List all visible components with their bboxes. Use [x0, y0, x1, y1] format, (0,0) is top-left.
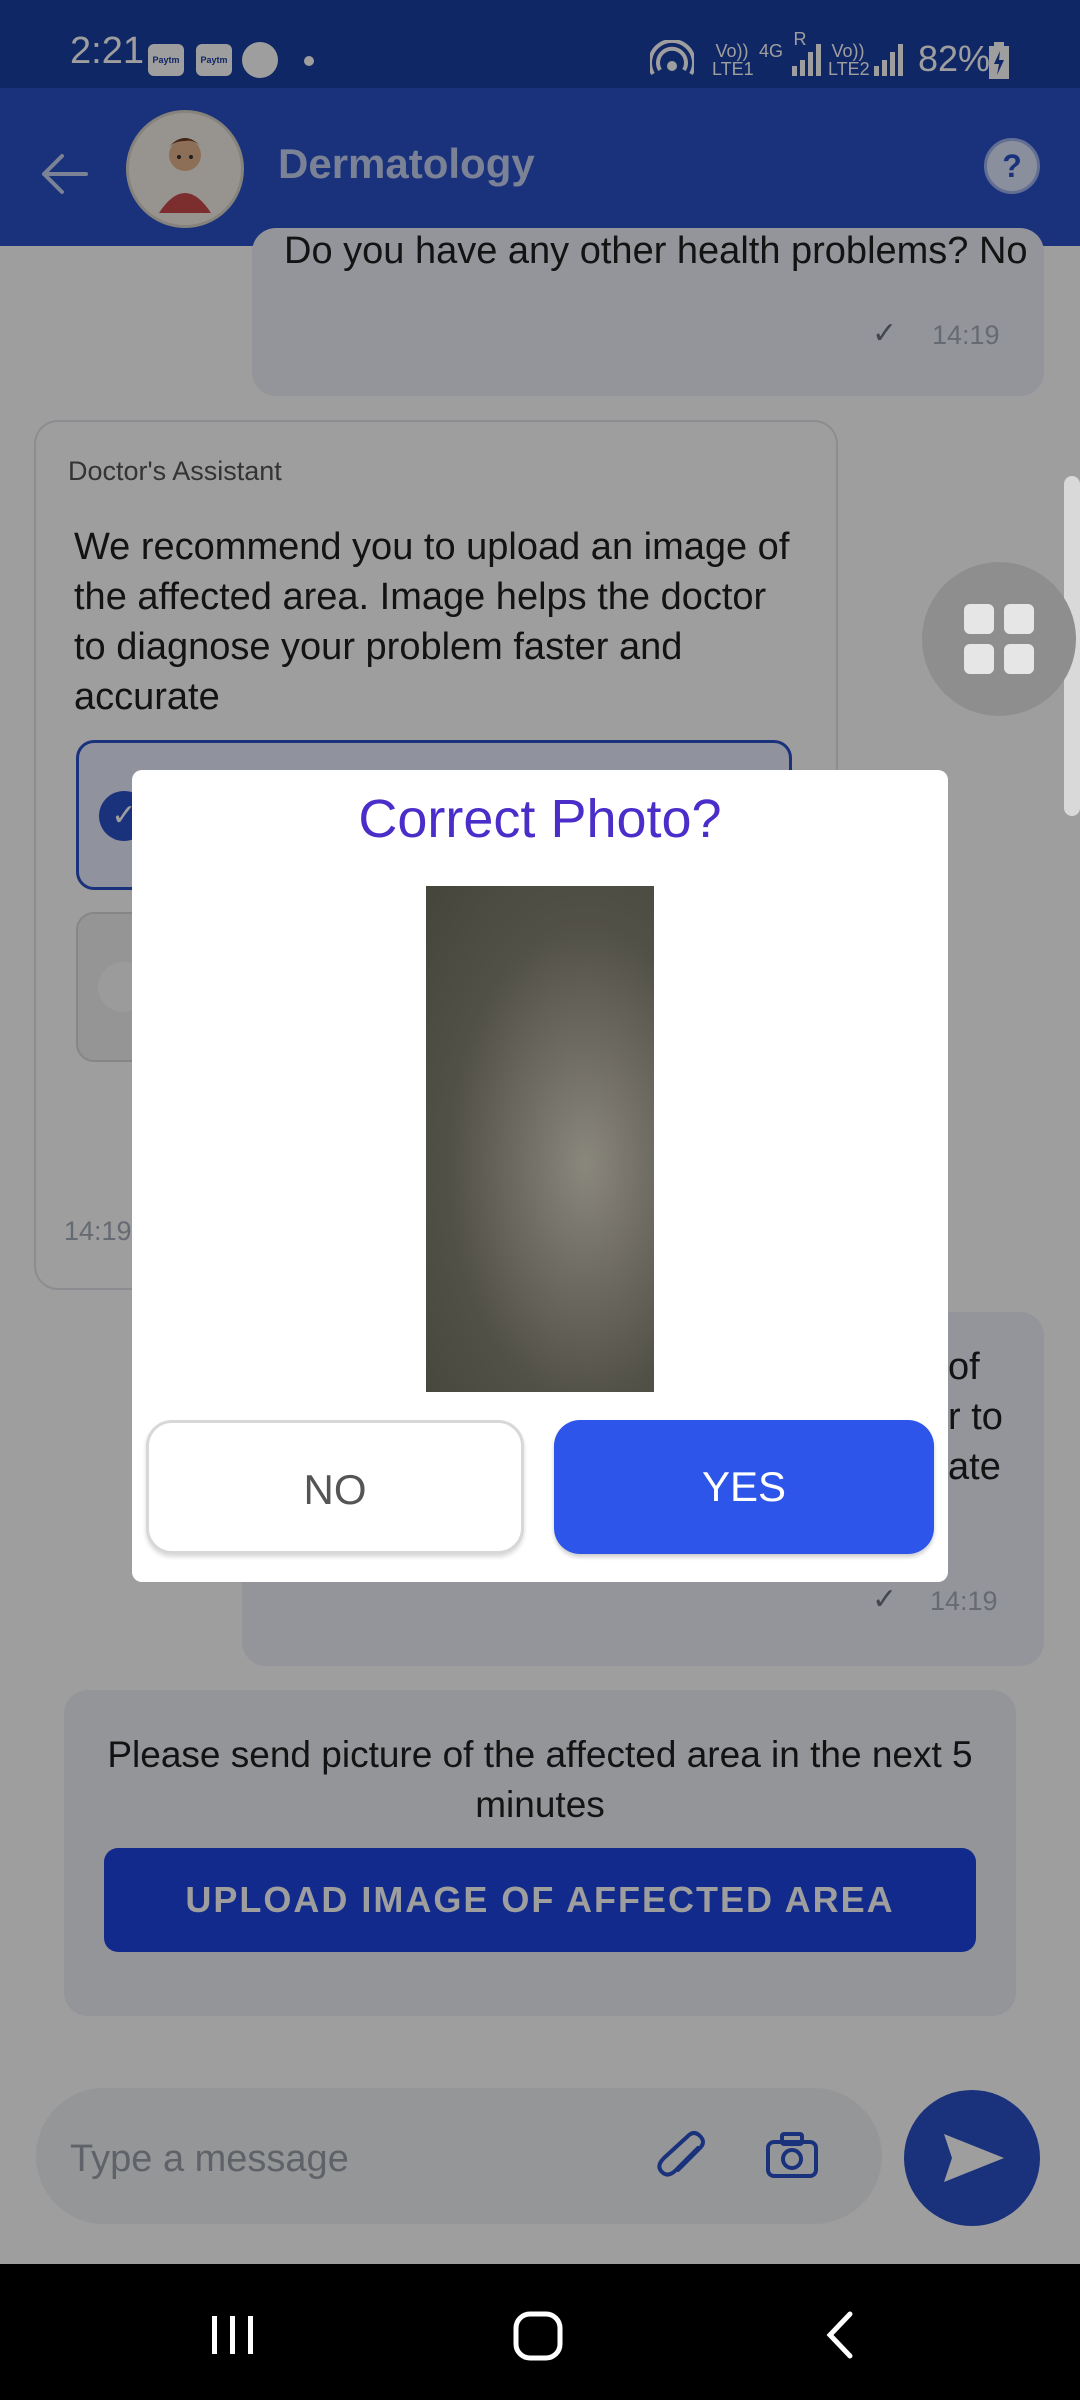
menu-grid-button[interactable] [922, 562, 1076, 716]
grid-icon [964, 604, 1034, 674]
system-nav-bar [0, 2264, 1080, 2400]
home-icon[interactable] [510, 2308, 566, 2364]
photo-preview [426, 886, 654, 1392]
back-nav-icon[interactable] [818, 2310, 864, 2360]
recent-apps-icon[interactable] [206, 2312, 262, 2358]
yes-button[interactable]: YES [554, 1420, 934, 1554]
dialog-title: Correct Photo? [358, 789, 722, 849]
no-button[interactable]: NO [146, 1420, 524, 1554]
